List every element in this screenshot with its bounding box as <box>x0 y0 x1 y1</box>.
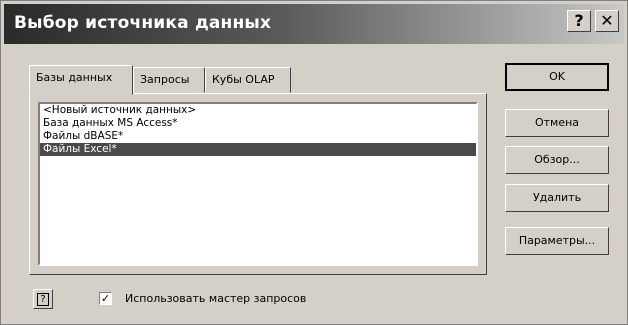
data-source-dialog: Выбор источника данных ? ✕ Базы данных З… <box>0 0 628 325</box>
close-button[interactable]: ✕ <box>595 10 619 32</box>
parameters-button[interactable]: Параметры... <box>505 227 609 255</box>
browse-button[interactable]: Обзор... <box>505 146 609 174</box>
cancel-button[interactable]: Отмена <box>505 109 609 137</box>
tab-panel-databases: <Новый источник данных> База данных MS A… <box>29 93 487 275</box>
tab-olap-cubes[interactable]: Кубы OLAP <box>205 67 291 93</box>
help-button[interactable]: ? <box>33 289 53 309</box>
list-item-new-source[interactable]: <Новый источник данных> <box>40 104 476 117</box>
list-item-dbase[interactable]: Файлы dBASE* <box>40 130 476 143</box>
help-icon: ? <box>37 293 49 306</box>
window-title: Выбор источника данных <box>14 13 272 33</box>
tab-queries[interactable]: Запросы <box>133 67 205 93</box>
title-bar[interactable]: Выбор источника данных ? ✕ <box>4 4 624 44</box>
help-caption-button[interactable]: ? <box>567 10 591 32</box>
data-source-list[interactable]: <Новый источник данных> База данных MS A… <box>38 102 478 266</box>
close-icon: ✕ <box>600 11 614 30</box>
question-icon: ? <box>574 11 584 30</box>
list-item-excel[interactable]: Файлы Excel* <box>40 143 476 156</box>
ok-button[interactable]: OK <box>505 63 609 91</box>
delete-button[interactable]: Удалить <box>505 184 609 212</box>
list-item-ms-access[interactable]: База данных MS Access* <box>40 117 476 130</box>
query-wizard-label[interactable]: Использовать мастер запросов <box>125 291 306 307</box>
query-wizard-checkbox[interactable]: ✓ <box>99 292 112 305</box>
tab-databases[interactable]: Базы данных <box>29 65 133 95</box>
